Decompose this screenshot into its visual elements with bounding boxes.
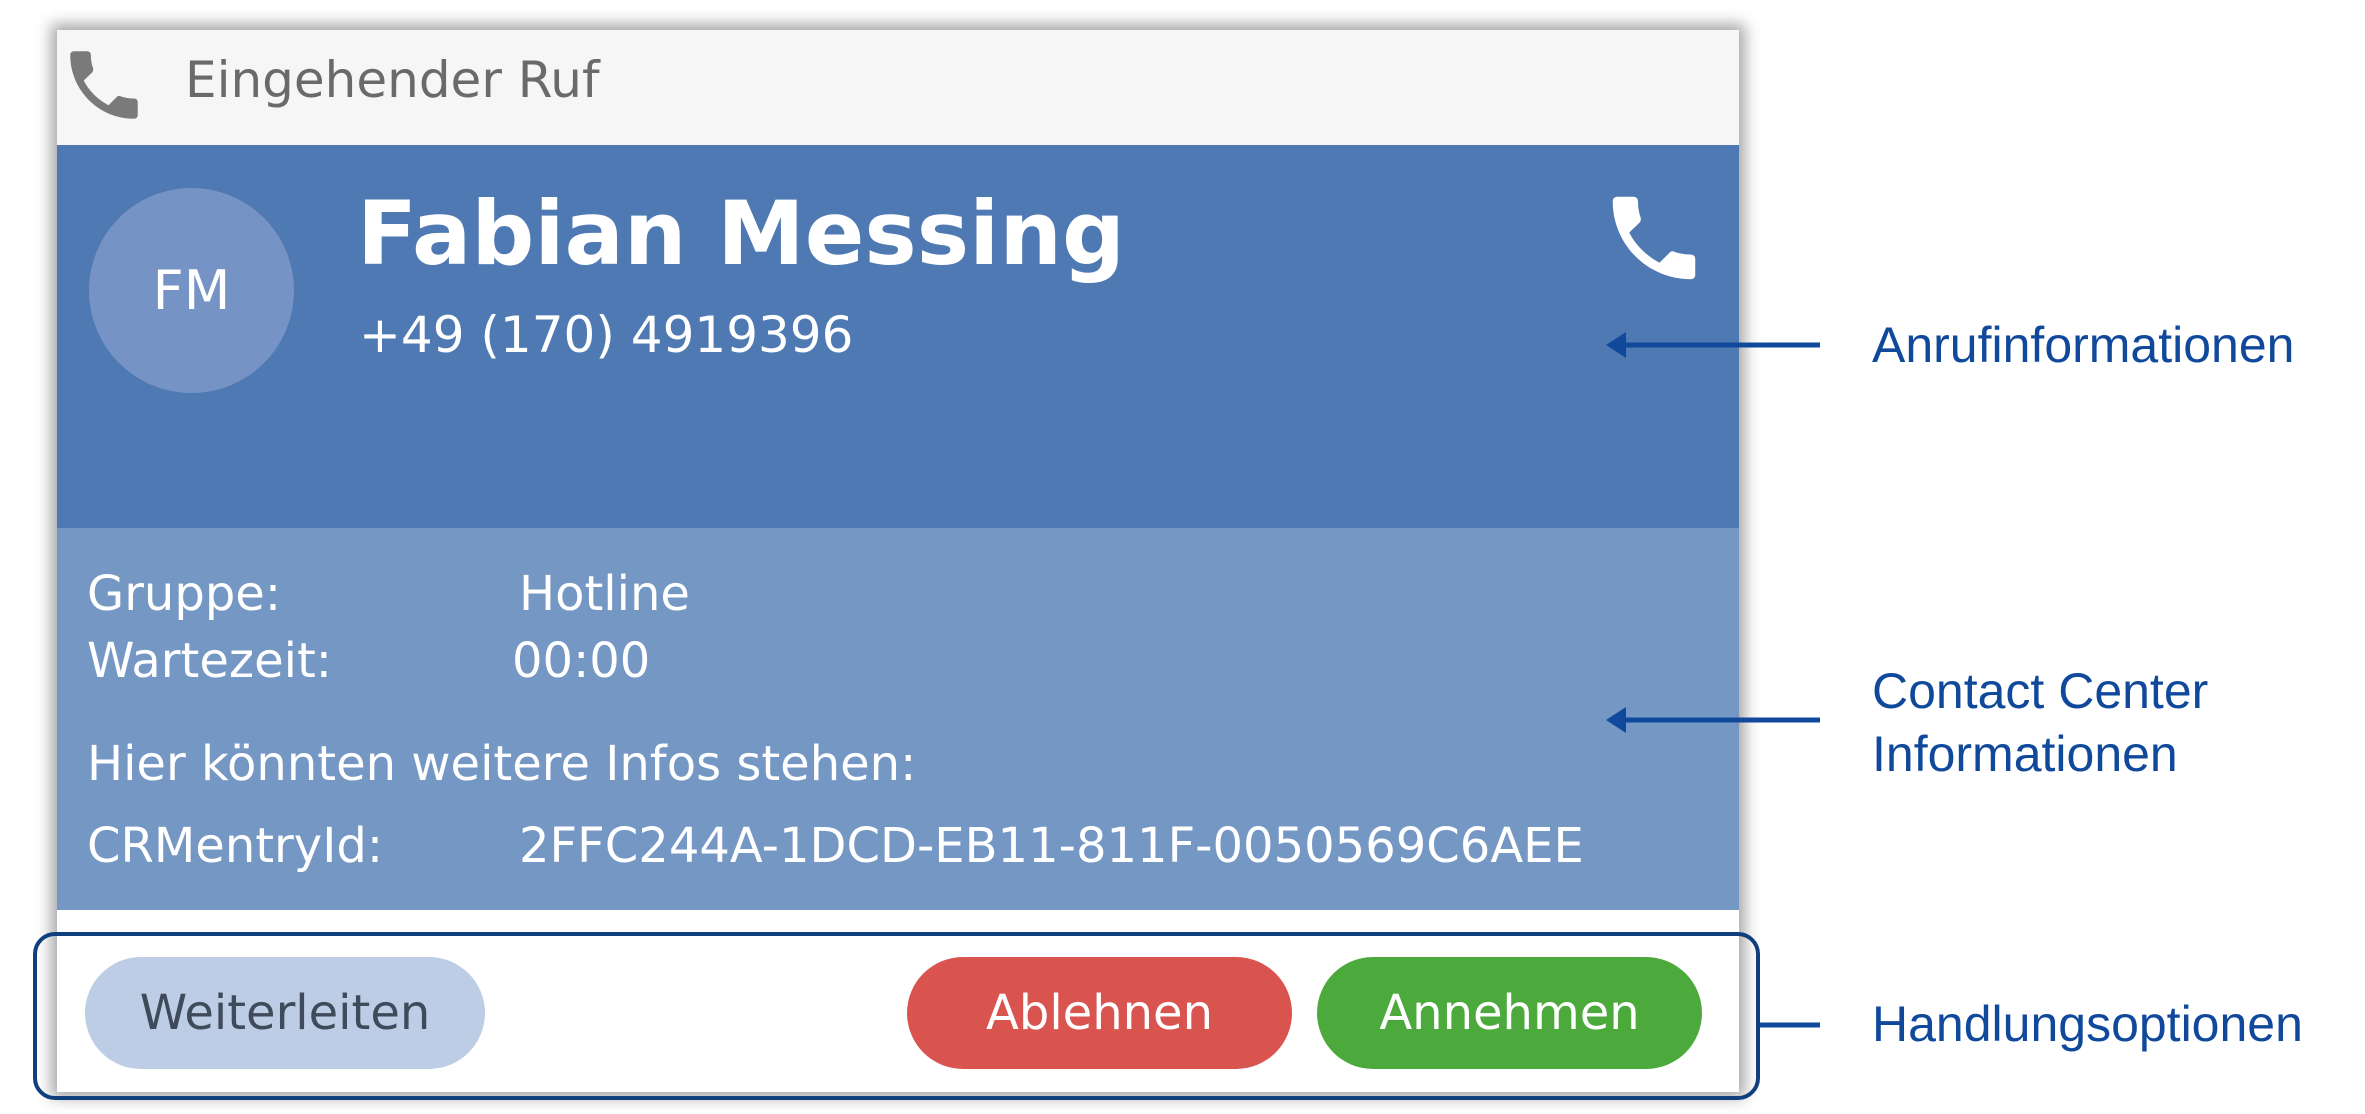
phone-icon	[70, 51, 138, 119]
crm-entry-label: CRMentryId:	[87, 818, 383, 874]
wait-time-value: 00:00	[512, 633, 651, 689]
action-options-highlight	[33, 932, 1760, 1100]
options-annotation: Handlungsoptionen	[1872, 996, 2303, 1052]
caller-name: Fabian Messing	[357, 182, 1125, 285]
crm-entry-value: 2FFC244A-1DCD-EB11-811F-0050569C6AEE	[519, 818, 1584, 874]
contact-center-arrow	[1606, 707, 1820, 733]
call-info-annotation: Anrufinformationen	[1872, 317, 2295, 373]
group-value: Hotline	[519, 566, 690, 622]
wait-time-label: Wartezeit:	[87, 633, 332, 689]
call-info-arrow	[1606, 332, 1820, 358]
caller-number: +49 (170) 4919396	[359, 306, 854, 364]
caller-info-panel: FM Fabian Messing +49 (170) 4919396	[57, 145, 1739, 528]
avatar: FM	[89, 188, 294, 393]
window-title: Eingehender Ruf	[185, 51, 600, 109]
contact-center-annotation-line1: Contact Center	[1872, 663, 2209, 719]
options-connector-line	[1760, 1022, 1820, 1028]
additional-info-text: Hier könnten weitere Infos stehen:	[87, 736, 917, 792]
title-bar: Eingehender Ruf	[57, 30, 1739, 145]
contact-center-panel: Gruppe: Hotline Wartezeit: 00:00 Hier kö…	[57, 528, 1739, 910]
group-label: Gruppe:	[87, 566, 281, 622]
phone-ringing-icon	[1612, 196, 1696, 280]
contact-center-annotation: Contact Center Informationen	[1872, 660, 2208, 785]
contact-center-annotation-line2: Informationen	[1872, 725, 2178, 782]
